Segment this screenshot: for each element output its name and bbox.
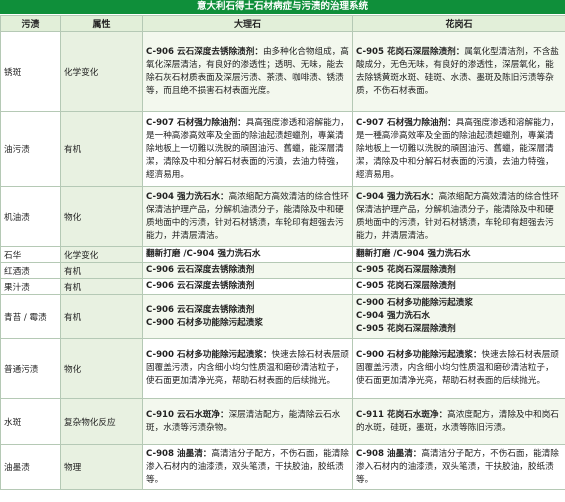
header-pollutant: 污渍: [0, 15, 61, 32]
table-row: 油污渍 有机 C-907 石材强力除油剂：具高强度渗透和溶解能力，是一种高渗高效…: [0, 111, 565, 187]
pollutant-cell: 普通污渍: [0, 338, 61, 399]
table-row: 油墨渍 物理 C-908 油墨清：高清洁分子配方，不伤石面，能清除渗入石材内的油…: [0, 444, 565, 490]
granite-treatment-cell: C-900 石材多功能除污起渍浆 C-904 强力洗石水 C-905 花岗石深层…: [352, 294, 565, 339]
pollutant-cell: 石华: [0, 246, 61, 263]
treatment-sheet: 意大利石得士石材病症与污渍的治理系统 污渍 属性 大理石 花岗石 锈斑 化学变化…: [0, 0, 565, 502]
product-name: C-900 石材多功能除污起渍浆: [356, 298, 473, 308]
table-row: 青苔 / 霉渍 有机 C-906 云石深度去锈除渍剂 C-900 石材多功能除污…: [0, 294, 565, 339]
pollutant-cell: 油墨渍: [0, 444, 61, 490]
marble-treatment-cell: C-904 强力洗石水：高浓缩配方高效清洁的综合性环保清洁护理产品，分解机油渍分…: [142, 186, 353, 247]
header-attribute: 属性: [60, 15, 143, 32]
table-row: 石华 化学变化 翻新打磨 /C-904 强力洗石水 翻新打磨 /C-904 强力…: [0, 246, 565, 263]
pollutant-cell: 果汁渍: [0, 278, 61, 295]
attribute-cell: 化学变化: [60, 31, 143, 112]
granite-treatment-cell: C-908 油墨清：高清洁分子配方，不伤石面，能清除渗入石材内的油漆渍，双头笔渍…: [352, 444, 565, 490]
attribute-cell: 有机: [60, 111, 143, 187]
granite-treatment-cell: C-911 花岗石水斑净：高浓度配方，清除及中和岗石的水斑，硅斑，墨斑，水渍等陈…: [352, 398, 565, 445]
treatment-table: 污渍 属性 大理石 花岗石 锈斑 化学变化 C-906 云石深度去锈除渍剂：由多…: [0, 15, 565, 490]
granite-treatment-cell: 翻新打磨 /C-904 强力洗石水: [352, 246, 565, 263]
pollutant-cell: 红酒渍: [0, 262, 61, 279]
product-name: C-906 云石深度去锈除渍剂：: [146, 46, 263, 57]
marble-treatment-cell: C-906 云石深度去锈除渍剂: [142, 262, 353, 279]
marble-treatment-cell: C-910 云石水斑净：深层清洁配方，能清除云石水斑，水渍等污渍杂物。: [142, 398, 353, 445]
table-row: 普通污渍 物化 C-900 石材多功能除污起渍浆：快速去除石材表层顽固覆盖污渍，…: [0, 338, 565, 399]
product-name: C-911 花岗石水斑净：: [356, 409, 448, 420]
product-name: C-910 云石水斑净：: [146, 409, 229, 420]
table-row: 果汁渍 有机 C-906 云石深度去锈除渍剂 C-905 花岗石深层除渍剂: [0, 278, 565, 295]
granite-treatment-cell: C-900 石材多功能除污起渍浆：快速去除石材表层顽固覆盖污渍，内含细小均匀性质…: [352, 338, 565, 399]
product-name: C-905 花岗石深层除渍剂: [356, 324, 456, 334]
attribute-cell: 有机: [60, 294, 143, 339]
marble-treatment-cell: C-906 云石深度去锈除渍剂: [142, 278, 353, 295]
pollutant-cell: 水斑: [0, 398, 61, 445]
attribute-cell: 化学变化: [60, 246, 143, 263]
page-title: 意大利石得士石材病症与污渍的治理系统: [0, 0, 565, 15]
pollutant-cell: 青苔 / 霉渍: [0, 294, 61, 339]
pollutant-cell: 油污渍: [0, 111, 61, 187]
granite-treatment-cell: C-905 花岗石深层除渍剂：属氧化型清洁剂，不含盐酸成分，无色无味，有良好的渗…: [352, 31, 565, 112]
table-row: 红酒渍 有机 C-906 云石深度去锈除渍剂 C-905 花岗石深层除渍剂: [0, 262, 565, 279]
product-name: C-907 石材强力除油剂：: [356, 117, 456, 128]
table-row: 锈斑 化学变化 C-906 云石深度去锈除渍剂：由多种化合物组成，高氧化深层清洁…: [0, 31, 565, 112]
granite-treatment-cell: C-904 强力洗石水：高浓缩配方高效清洁的综合性环保清洁护理产品，分解机油渍分…: [352, 186, 565, 247]
product-name: C-900 石材多功能除污起渍浆：: [146, 350, 272, 360]
product-name: C-906 云石深度去锈除渍剂: [146, 281, 255, 291]
product-name: C-900 石材多功能除污起渍浆: [146, 317, 263, 328]
marble-treatment-cell: C-906 云石深度去锈除渍剂 C-900 石材多功能除污起渍浆: [142, 294, 353, 339]
product-name: C-904 强力洗石水：: [356, 191, 439, 202]
product-name: C-907 石材强力除油剂：: [146, 117, 246, 128]
product-name: C-904 强力洗石水：: [146, 191, 229, 202]
pollutant-cell: 锈斑: [0, 31, 61, 112]
product-name: C-905 花岗石深层除渍剂: [356, 281, 456, 291]
product-name: 翻新打磨 /C-904 强力洗石水: [146, 249, 261, 259]
product-name: 翻新打磨 /C-904 强力洗石水: [356, 249, 471, 259]
product-name: C-908 油墨清：: [146, 448, 212, 459]
attribute-cell: 物化: [60, 338, 143, 399]
table-row: 水斑 复杂物化反应 C-910 云石水斑净：深层清洁配方，能清除云石水斑，水渍等…: [0, 398, 565, 445]
header-marble: 大理石: [142, 15, 353, 32]
marble-treatment-cell: C-908 油墨清：高清洁分子配方，不伤石面，能清除渗入石材内的油漆渍，双头笔渍…: [142, 444, 353, 490]
product-name: C-905 花岗石深层除渍剂: [356, 265, 456, 275]
table-row: 机油渍 物化 C-904 强力洗石水：高浓缩配方高效清洁的综合性环保清洁护理产品…: [0, 186, 565, 247]
attribute-cell: 物化: [60, 186, 143, 247]
product-name: C-900 石材多功能除污起渍浆：: [356, 350, 482, 360]
product-name: C-904 强力洗石水: [356, 311, 430, 321]
attribute-cell: 物理: [60, 444, 143, 490]
header-row: 污渍 属性 大理石 花岗石: [0, 15, 565, 32]
attribute-cell: 有机: [60, 262, 143, 279]
granite-treatment-cell: C-905 花岗石深层除渍剂: [352, 278, 565, 295]
attribute-cell: 复杂物化反应: [60, 398, 143, 445]
pollutant-cell: 机油渍: [0, 186, 61, 247]
granite-treatment-cell: C-907 石材强力除油剂：具高强度渗透和溶解能力，是一種高滲高效率及全面的除油…: [352, 111, 565, 187]
marble-treatment-cell: C-907 石材强力除油剂：具高强度渗透和溶解能力，是一种高渗高效率及全面的除油…: [142, 111, 353, 187]
product-name: C-906 云石深度去锈除渍剂: [146, 304, 255, 315]
product-name: C-905 花岗石深层除渍剂：: [356, 46, 465, 57]
product-name: C-906 云石深度去锈除渍剂: [146, 265, 255, 275]
attribute-cell: 有机: [60, 278, 143, 295]
marble-treatment-cell: C-900 石材多功能除污起渍浆：快速去除石材表层顽固覆盖污渍，内含细小均匀性质…: [142, 338, 353, 399]
product-name: C-908 油墨清：: [356, 448, 422, 459]
marble-treatment-cell: C-906 云石深度去锈除渍剂：由多种化合物组成，高氧化深层清洁，有良好的渗透性…: [142, 31, 353, 112]
marble-treatment-cell: 翻新打磨 /C-904 强力洗石水: [142, 246, 353, 263]
header-granite: 花岗石: [352, 15, 565, 32]
granite-treatment-cell: C-905 花岗石深层除渍剂: [352, 262, 565, 279]
